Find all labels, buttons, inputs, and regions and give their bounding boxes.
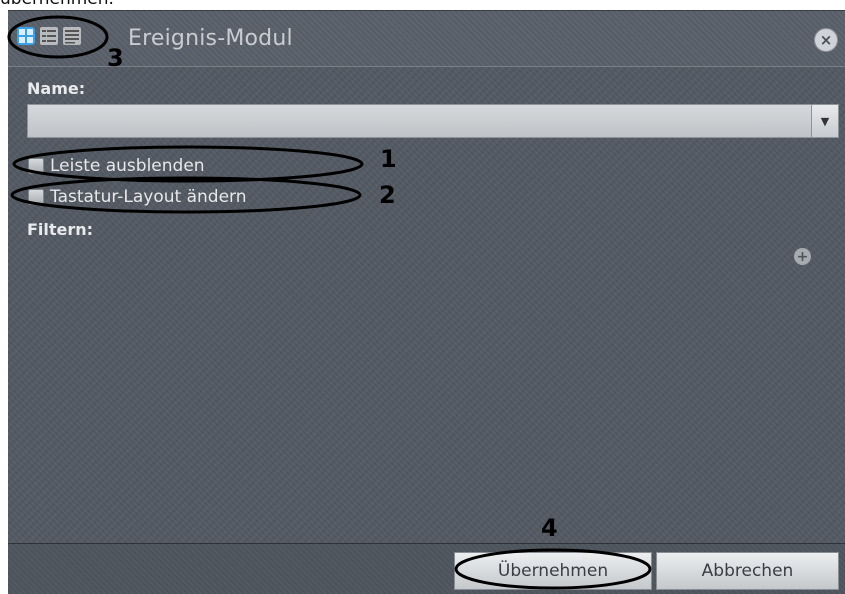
annotation-number-4: 4 [541, 514, 558, 542]
annotation-number-3: 3 [107, 44, 124, 72]
checkbox-hide-bar-label: Leiste ausblenden [50, 156, 205, 176]
detail-view-icon[interactable] [62, 26, 82, 46]
checkbox-keyboard-layout[interactable]: Tastatur-Layout ändern [28, 185, 247, 209]
name-label: Name: [27, 79, 86, 98]
close-icon[interactable]: × [814, 28, 838, 52]
cancel-button[interactable]: Abbrechen [656, 552, 839, 590]
dialog-footer: Übernehmen Abbrechen [8, 543, 845, 594]
checkbox-keyboard-layout-box[interactable] [28, 189, 44, 205]
name-select[interactable]: ▼ [27, 104, 839, 138]
checkbox-hide-bar-box[interactable] [28, 158, 44, 174]
dialog-titlebar: Ereignis-Modul × [8, 11, 845, 67]
apply-button[interactable]: Übernehmen [454, 552, 652, 590]
annotation-number-2: 2 [379, 181, 396, 209]
dropdown-arrow-icon[interactable]: ▼ [811, 105, 838, 137]
checkbox-hide-bar[interactable]: Leiste ausblenden [28, 154, 205, 178]
plus-icon[interactable]: + [794, 248, 811, 265]
list-view-icon[interactable] [39, 26, 59, 46]
grid-view-icon[interactable] [16, 26, 36, 46]
checkbox-keyboard-layout-label: Tastatur-Layout ändern [50, 187, 247, 207]
filter-label: Filtern: [27, 220, 94, 239]
dialog-title: Ereignis-Modul [128, 26, 293, 51]
event-module-dialog: Ereignis-Modul × Name: ▼ Leiste ausblend… [8, 10, 845, 594]
annotation-number-1: 1 [380, 145, 397, 173]
